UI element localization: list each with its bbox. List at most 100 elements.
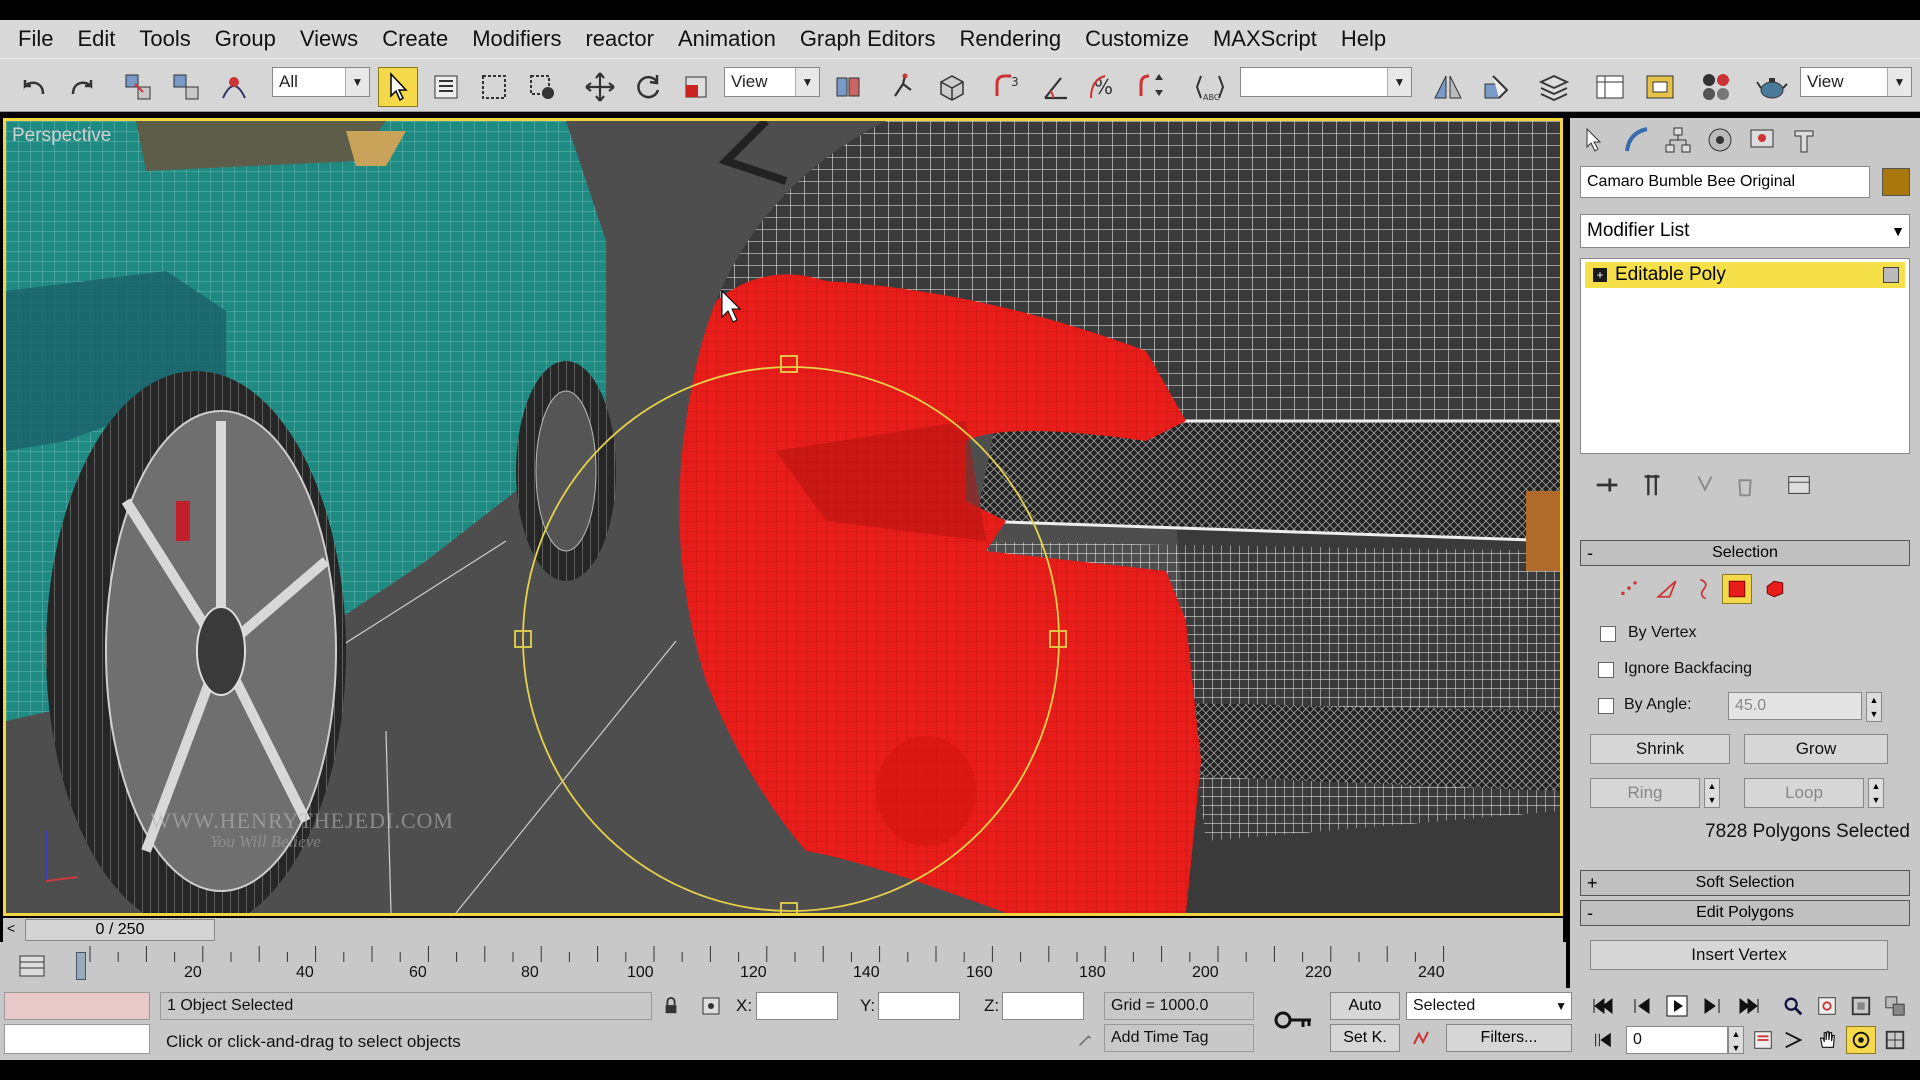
add-time-tag-button[interactable]: Add Time Tag	[1104, 1024, 1254, 1052]
current-frame-input[interactable]: 0	[1626, 1026, 1728, 1054]
undo-button[interactable]	[14, 67, 54, 107]
time-slider-thumb[interactable]: 0 / 250	[25, 919, 215, 941]
move-button[interactable]	[580, 67, 620, 107]
render-view-dropdown[interactable]: View ▼	[1800, 67, 1912, 97]
menu-group[interactable]: Group	[203, 20, 288, 58]
menu-rendering[interactable]: Rendering	[948, 20, 1074, 58]
create-tab[interactable]	[1576, 122, 1612, 158]
rectangular-selection-button[interactable]	[474, 67, 514, 107]
pan-button[interactable]	[1812, 1026, 1842, 1054]
selection-rollout-header[interactable]: - Selection	[1580, 540, 1910, 566]
maxscript-input[interactable]	[4, 1024, 150, 1054]
angle-snap-button[interactable]	[1036, 67, 1076, 107]
menu-create[interactable]: Create	[370, 20, 460, 58]
menu-views[interactable]: Views	[288, 20, 370, 58]
key-filters-button[interactable]: Filters...	[1446, 1024, 1572, 1052]
menu-customize[interactable]: Customize	[1073, 20, 1201, 58]
track-bar[interactable]: 20 40 60 80 100 120 140 160 180 200 220 …	[0, 942, 1566, 988]
edit-named-selection-button[interactable]: ABC	[1190, 67, 1230, 107]
make-unique-button[interactable]	[1690, 470, 1720, 500]
x-coordinate-input[interactable]	[756, 992, 838, 1020]
curve-editor-button[interactable]	[1590, 67, 1630, 107]
grow-button[interactable]: Grow	[1744, 734, 1888, 764]
shrink-button[interactable]: Shrink	[1590, 734, 1730, 764]
object-name-field[interactable]: Camaro Bumble Bee Original	[1580, 166, 1870, 198]
soft-selection-rollout-header[interactable]: + Soft Selection	[1580, 870, 1910, 896]
snaps-toggle-button[interactable]: 3	[988, 67, 1028, 107]
z-coordinate-input[interactable]	[1002, 992, 1084, 1020]
scale-button[interactable]	[676, 67, 716, 107]
arc-rotate-button[interactable]	[1846, 1026, 1876, 1054]
edit-polygons-rollout-header[interactable]: - Edit Polygons	[1580, 900, 1910, 926]
motion-tab[interactable]	[1702, 122, 1738, 158]
auto-key-button[interactable]: Auto	[1330, 992, 1400, 1020]
utilities-tab[interactable]	[1786, 122, 1822, 158]
unlink-button[interactable]	[166, 67, 206, 107]
rotate-button[interactable]	[628, 67, 668, 107]
zoom-extents-button[interactable]	[1846, 992, 1876, 1020]
go-to-end-button[interactable]	[1734, 992, 1764, 1020]
time-configuration-button[interactable]	[1748, 1026, 1778, 1054]
slider-left-arrow-icon[interactable]: <	[7, 920, 15, 936]
maximize-viewport-button[interactable]	[1880, 1026, 1910, 1054]
set-key-mode-button[interactable]	[1272, 1002, 1314, 1038]
edge-mode-button[interactable]	[1652, 574, 1682, 604]
key-filter-dropdown[interactable]: Selected ▼	[1406, 992, 1572, 1020]
viewport-label[interactable]: Perspective	[12, 125, 111, 147]
by-vertex-checkbox[interactable]	[1600, 626, 1616, 642]
play-button[interactable]	[1662, 992, 1692, 1020]
loop-button[interactable]: Loop	[1744, 778, 1864, 808]
selection-filter-dropdown[interactable]: All ▼	[272, 67, 370, 97]
track-view-toggle[interactable]	[18, 952, 46, 980]
menu-graph-editors[interactable]: Graph Editors	[788, 20, 948, 58]
menu-maxscript[interactable]: MAXScript	[1201, 20, 1329, 58]
angle-spinner[interactable]: ▲ ▼	[1866, 692, 1882, 722]
window-crossing-button[interactable]	[522, 67, 562, 107]
polygon-mode-button[interactable]	[1722, 574, 1752, 604]
remove-modifier-button[interactable]	[1730, 470, 1760, 500]
loop-spinner[interactable]: ▲ ▼	[1868, 778, 1884, 808]
configure-modifier-sets-button[interactable]	[1784, 470, 1814, 500]
mirror-button[interactable]	[1428, 67, 1468, 107]
ring-button[interactable]: Ring	[1590, 778, 1700, 808]
vertex-mode-button[interactable]	[1614, 574, 1644, 604]
ignore-backfacing-checkbox[interactable]	[1598, 662, 1614, 678]
display-tab[interactable]	[1744, 122, 1780, 158]
stack-item-editable-poly[interactable]: + Editable Poly	[1585, 262, 1905, 288]
material-editor-button[interactable]	[1696, 67, 1736, 107]
bind-space-warp-button[interactable]	[214, 67, 254, 107]
menu-file[interactable]: File	[6, 20, 65, 58]
named-selection-dropdown[interactable]: ▼	[1240, 67, 1412, 97]
menu-reactor[interactable]: reactor	[573, 20, 665, 58]
pin-stack-button[interactable]	[1592, 470, 1622, 500]
modify-tab[interactable]	[1618, 122, 1654, 158]
percent-snap-button[interactable]: %	[1084, 67, 1124, 107]
key-filters-icon-button[interactable]	[1406, 1024, 1436, 1052]
render-scene-button[interactable]	[1752, 67, 1792, 107]
zoom-button[interactable]	[1778, 992, 1808, 1020]
modifier-list-dropdown[interactable]: Modifier List ▼	[1580, 214, 1910, 248]
layer-manager-button[interactable]	[1534, 67, 1574, 107]
insert-vertex-button[interactable]: Insert Vertex	[1590, 940, 1888, 970]
angle-threshold-input[interactable]: 45.0	[1728, 692, 1862, 720]
menu-edit[interactable]: Edit	[65, 20, 127, 58]
select-and-link-button[interactable]	[118, 67, 158, 107]
key-mode-toggle[interactable]	[1588, 1026, 1618, 1054]
by-angle-checkbox[interactable]	[1598, 698, 1614, 714]
select-manipulate-button[interactable]	[884, 67, 924, 107]
keyboard-shortcut-override-button[interactable]	[932, 67, 972, 107]
field-of-view-button[interactable]	[1778, 1026, 1808, 1054]
menu-animation[interactable]: Animation	[666, 20, 788, 58]
next-frame-button[interactable]	[1696, 992, 1726, 1020]
menu-modifiers[interactable]: Modifiers	[460, 20, 573, 58]
absolute-mode-toggle[interactable]	[696, 992, 726, 1020]
select-by-name-button[interactable]	[426, 67, 466, 107]
border-mode-button[interactable]	[1688, 574, 1718, 604]
menu-help[interactable]: Help	[1329, 20, 1398, 58]
pivot-center-button[interactable]	[828, 67, 868, 107]
schematic-view-button[interactable]	[1640, 67, 1680, 107]
redo-button[interactable]	[62, 67, 102, 107]
selection-lock-toggle[interactable]	[656, 992, 686, 1020]
y-coordinate-input[interactable]	[878, 992, 960, 1020]
element-mode-button[interactable]	[1760, 574, 1790, 604]
